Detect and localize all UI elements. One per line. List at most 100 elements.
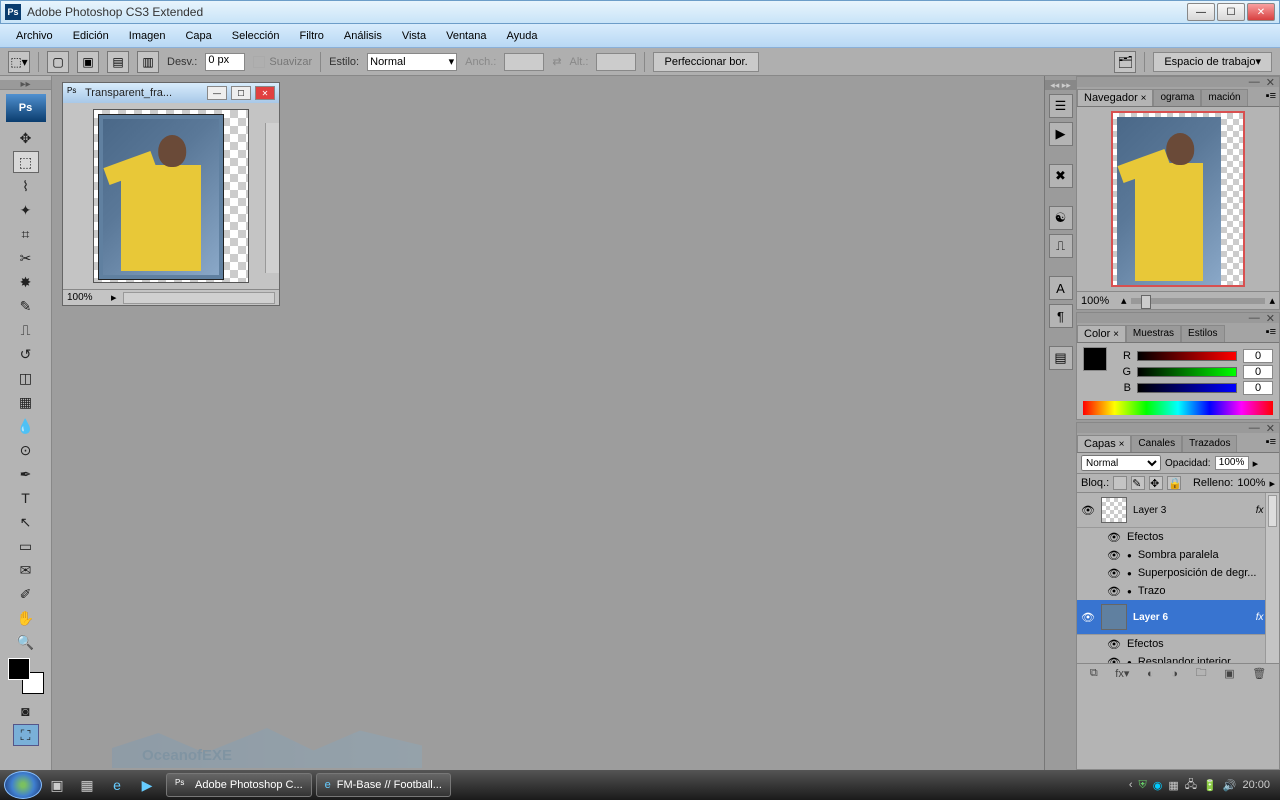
lasso-tool[interactable]: ⌇: [13, 175, 39, 197]
tab-capas[interactable]: Capas ×: [1077, 435, 1131, 452]
lock-all-icon[interactable]: 🔒: [1167, 476, 1181, 490]
dodge-tool[interactable]: ⊙: [13, 439, 39, 461]
layer-style-icon[interactable]: fx▾: [1115, 667, 1129, 680]
quickmask-tool[interactable]: ◙: [13, 700, 39, 722]
b-slider[interactable]: [1137, 383, 1237, 393]
menu-edicion[interactable]: Edición: [65, 28, 117, 44]
menu-ventana[interactable]: Ventana: [438, 28, 494, 44]
layer-mask-icon[interactable]: ◐: [1147, 668, 1154, 680]
toolpreset-panel-icon[interactable]: ✖: [1049, 164, 1073, 188]
fx-badge[interactable]: fx: [1256, 612, 1264, 623]
tab-muestras[interactable]: Muestras: [1126, 325, 1181, 342]
layer-row-layer6[interactable]: 👁 Layer 6 fx▴: [1077, 600, 1279, 635]
doc-canvas[interactable]: [63, 103, 279, 289]
tray-shield-icon[interactable]: ⛨: [1139, 779, 1147, 792]
g-value[interactable]: 0: [1243, 365, 1273, 379]
notes-tool[interactable]: ✉: [13, 559, 39, 581]
panel-menu-icon[interactable]: ▪≡: [1263, 323, 1279, 342]
doc-hscrollbar[interactable]: [123, 292, 275, 304]
doc-minimize[interactable]: —: [207, 86, 227, 100]
effect-trazo[interactable]: 👁●Trazo: [1077, 582, 1279, 600]
foreground-color[interactable]: [8, 658, 30, 680]
maximize-button[interactable]: ☐: [1217, 3, 1245, 21]
selection-intersect-icon[interactable]: ▥: [137, 51, 159, 73]
tab-navegador[interactable]: Navegador ×: [1077, 89, 1153, 106]
screenmode-tool[interactable]: ⛶: [13, 724, 39, 746]
heal-tool[interactable]: ✸: [13, 271, 39, 293]
taskbar-task-browser[interactable]: eFM-Base // Football...: [316, 773, 451, 797]
tab-trazados[interactable]: Trazados: [1182, 435, 1237, 452]
new-group-icon[interactable]: 🗀: [1196, 664, 1207, 683]
feather-input[interactable]: 0 px: [205, 53, 245, 71]
effect-superposicion[interactable]: 👁●Superposición de degr...: [1077, 564, 1279, 582]
quick-ie-icon[interactable]: e: [102, 773, 132, 797]
zoom-in-icon[interactable]: ▴: [1269, 294, 1275, 307]
minimize-button[interactable]: —: [1187, 3, 1215, 21]
g-slider[interactable]: [1137, 367, 1237, 377]
r-slider[interactable]: [1137, 351, 1237, 361]
fx-badge[interactable]: fx: [1256, 505, 1264, 516]
actions-panel-icon[interactable]: ▶: [1049, 122, 1073, 146]
eye-icon[interactable]: 👁: [1081, 610, 1095, 624]
new-layer-icon[interactable]: ▣: [1224, 667, 1234, 680]
effect-resplandor[interactable]: 👁●Resplandor interior: [1077, 653, 1279, 663]
clone-panel-icon[interactable]: ⎍: [1049, 234, 1073, 258]
r-value[interactable]: 0: [1243, 349, 1273, 363]
slice-tool[interactable]: ✂: [13, 247, 39, 269]
layercomps-panel-icon[interactable]: ▤: [1049, 346, 1073, 370]
navigator-thumbnail[interactable]: [1111, 111, 1245, 287]
adjustment-layer-icon[interactable]: ◑: [1171, 668, 1178, 680]
doc-maximize[interactable]: ☐: [231, 86, 251, 100]
layer-name[interactable]: Layer 3: [1133, 505, 1250, 516]
tray-expand-icon[interactable]: ‹: [1129, 779, 1133, 791]
fill-value[interactable]: 100%: [1237, 477, 1265, 489]
start-button[interactable]: [4, 771, 42, 799]
para-panel-icon[interactable]: ¶: [1049, 304, 1073, 328]
menu-capa[interactable]: Capa: [177, 28, 219, 44]
stamp-tool[interactable]: ⎍: [13, 319, 39, 341]
panel-menu-icon[interactable]: ▪≡: [1263, 433, 1279, 452]
wand-tool[interactable]: ✦: [13, 199, 39, 221]
quick-desktop-icon[interactable]: ▣: [42, 773, 72, 797]
char-panel-icon[interactable]: A: [1049, 276, 1073, 300]
tray-battery-icon[interactable]: 🔋: [1203, 779, 1217, 792]
effects-row[interactable]: 👁Efectos: [1077, 635, 1279, 653]
b-value[interactable]: 0: [1243, 381, 1273, 395]
shape-tool[interactable]: ▭: [13, 535, 39, 557]
zoom-slider[interactable]: [1131, 298, 1266, 304]
layer-thumb[interactable]: [1101, 604, 1127, 630]
tab-informacion[interactable]: mación: [1201, 89, 1247, 106]
strip-collapse[interactable]: ◂◂ ▸▸: [1045, 80, 1076, 90]
antialias-checkbox[interactable]: [253, 56, 265, 68]
lock-pixels-icon[interactable]: ✎: [1131, 476, 1145, 490]
path-tool[interactable]: ↖: [13, 511, 39, 533]
quick-media-icon[interactable]: ▶: [132, 773, 162, 797]
color-fg-swatch[interactable]: [1083, 347, 1107, 371]
menu-ayuda[interactable]: Ayuda: [498, 28, 545, 44]
lock-position-icon[interactable]: ✥: [1149, 476, 1163, 490]
opacity-flyout-icon[interactable]: ▸: [1253, 457, 1259, 470]
move-tool[interactable]: ✥: [13, 127, 39, 149]
spectrum-picker[interactable]: [1083, 401, 1273, 415]
zoom-tool[interactable]: 🔍: [13, 631, 39, 653]
history-brush-tool[interactable]: ↺: [13, 343, 39, 365]
opacity-value[interactable]: 100%: [1215, 456, 1249, 470]
document-window[interactable]: Ps Transparent_fra... — ☐ ✕: [62, 82, 280, 306]
link-layers-icon[interactable]: ⧉: [1090, 667, 1098, 680]
layer-row-layer3[interactable]: 👁 Layer 3 fx▴: [1077, 493, 1279, 528]
selection-new-icon[interactable]: ▢: [47, 51, 69, 73]
marquee-preset-icon[interactable]: ⬚▾: [8, 51, 30, 73]
menu-archivo[interactable]: Archivo: [8, 28, 61, 44]
history-panel-icon[interactable]: ☰: [1049, 94, 1073, 118]
lock-transparent-icon[interactable]: [1113, 476, 1127, 490]
blur-tool[interactable]: 💧: [13, 415, 39, 437]
eraser-tool[interactable]: ◫: [13, 367, 39, 389]
doc-zoom-menu-icon[interactable]: ▸: [111, 291, 117, 304]
layer-thumb[interactable]: [1101, 497, 1127, 523]
delete-layer-icon[interactable]: 🗑: [1252, 667, 1266, 680]
doc-close[interactable]: ✕: [255, 86, 275, 100]
selection-sub-icon[interactable]: ▤: [107, 51, 129, 73]
layer-scrollbar[interactable]: [1265, 493, 1279, 663]
eye-icon[interactable]: 👁: [1081, 503, 1095, 517]
style-select[interactable]: Normal▾: [367, 53, 457, 71]
